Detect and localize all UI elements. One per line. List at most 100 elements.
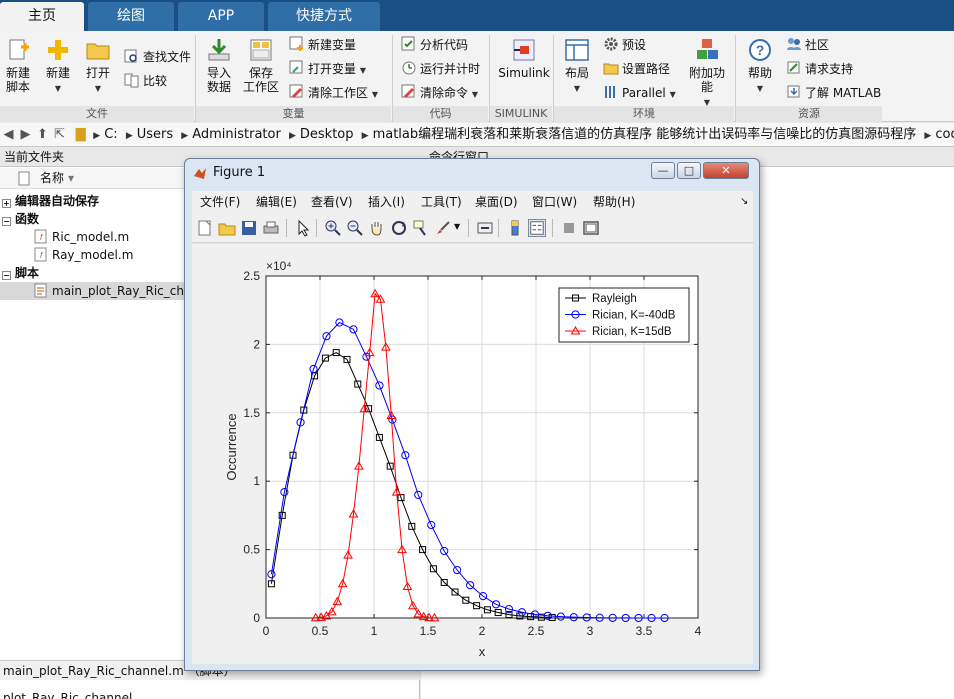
menu-view[interactable]: 查看(V) bbox=[311, 191, 353, 213]
y-tick-label: 1 bbox=[253, 474, 260, 488]
zoom-in-icon[interactable] bbox=[324, 219, 342, 237]
set-path-button[interactable]: 设置路径 bbox=[603, 59, 670, 79]
preferences-label: 预设 bbox=[622, 38, 647, 52]
link-plot-icon[interactable] bbox=[476, 219, 494, 237]
tab-home[interactable]: 主页 bbox=[0, 2, 84, 31]
close-button[interactable]: ✕ bbox=[703, 162, 749, 179]
expand-icon[interactable]: + bbox=[2, 199, 11, 208]
help-button[interactable]: ? 帮助 ▼ bbox=[745, 37, 775, 96]
new-figure-icon[interactable] bbox=[196, 219, 214, 237]
request-support-button[interactable]: 请求支持 bbox=[786, 59, 853, 79]
clear-workspace-button[interactable]: 清除工作区 ▼ bbox=[289, 83, 378, 103]
figure-title-bar[interactable]: Figure 1 — □ ✕ bbox=[185, 159, 759, 187]
new-button[interactable]: 新建 ▼ bbox=[43, 37, 73, 96]
new-variable-icon bbox=[289, 36, 303, 51]
show-plot-tools-icon[interactable] bbox=[582, 219, 600, 237]
breadcrumb-project[interactable]: matlab编程瑞利衰落和莱斯衰落信道的仿真程序 能够统计出误码率与信噪比的仿真… bbox=[369, 127, 921, 142]
rotate-3d-icon[interactable] bbox=[390, 219, 408, 237]
chevron-down-icon[interactable]: ▼ bbox=[454, 222, 460, 231]
menu-help[interactable]: 帮助(H) bbox=[593, 191, 635, 213]
breadcrumb-users[interactable]: Users bbox=[133, 127, 177, 142]
clear-commands-button[interactable]: 清除命令 ▼ bbox=[401, 83, 478, 103]
line-chart[interactable]: 0 0.5 1 1.5 2 2.5 3 3.5 4 0 0.5 1 1.5 2 2.5 ×10⁴ x Occurr… bbox=[192, 244, 753, 664]
menu-edit[interactable]: 编辑(E) bbox=[256, 191, 297, 213]
find-files-button[interactable]: 查找文件 bbox=[124, 47, 191, 67]
tree-item-label: 脚本 bbox=[15, 266, 40, 280]
preferences-button[interactable]: 预设 bbox=[603, 35, 646, 55]
group-label-file: 文件 bbox=[0, 106, 194, 122]
open-variable-button[interactable]: 打开变量 ▼ bbox=[289, 59, 366, 79]
maximize-button[interactable]: □ bbox=[677, 162, 701, 179]
legend-label-0: Rayleigh bbox=[592, 293, 637, 305]
breadcrumb-administrator[interactable]: Administrator bbox=[188, 127, 285, 142]
request-support-label: 请求支持 bbox=[805, 62, 854, 76]
menu-tools[interactable]: 工具(T) bbox=[421, 191, 462, 213]
tab-shortcuts[interactable]: 快捷方式 bbox=[268, 2, 380, 31]
menu-file[interactable]: 文件(F) bbox=[200, 191, 240, 213]
colorbar-icon[interactable] bbox=[506, 219, 524, 237]
forward-arrow-icon[interactable]: ▶ bbox=[17, 123, 34, 146]
back-arrow-icon[interactable]: ◀ bbox=[0, 123, 17, 146]
tree-item-label: 编辑器自动保存 bbox=[15, 194, 100, 208]
open-button[interactable]: 打开 ▼ bbox=[83, 37, 113, 96]
new-variable-button[interactable]: 新建变量 bbox=[289, 35, 356, 55]
figure-window[interactable]: Figure 1 — □ ✕ 文件(F) 编辑(E) 查看(V) 插入(I) 工… bbox=[184, 158, 760, 671]
up-folder-icon[interactable]: ⬆ bbox=[34, 123, 51, 146]
breadcrumb-desktop[interactable]: Desktop bbox=[296, 127, 358, 142]
y-axis-label: Occurrence bbox=[224, 413, 239, 480]
matlab-function-icon: f bbox=[34, 247, 47, 262]
menu-desktop[interactable]: 桌面(D) bbox=[475, 191, 518, 213]
community-button[interactable]: 社区 bbox=[786, 35, 829, 55]
browse-folder-icon[interactable]: ⇱ bbox=[51, 123, 68, 146]
tree-item-label: Ric_model.m bbox=[52, 230, 130, 244]
selected-file-preview: plot_Ray_Ric_channel bbox=[3, 691, 133, 699]
collapse-icon[interactable]: − bbox=[2, 271, 11, 280]
print-icon[interactable] bbox=[262, 219, 280, 237]
dock-arrow-icon[interactable]: ↘ bbox=[740, 191, 748, 213]
collapse-icon[interactable]: − bbox=[2, 217, 11, 226]
layout-label: 布局 bbox=[564, 66, 589, 80]
layout-button[interactable]: 布局 ▼ bbox=[562, 37, 592, 96]
data-cursor-icon[interactable] bbox=[412, 219, 430, 237]
save-workspace-button[interactable]: 保存 工作区 bbox=[242, 37, 280, 94]
open-variable-label: 打开变量 bbox=[308, 62, 357, 76]
hide-plot-tools-icon[interactable] bbox=[560, 219, 578, 237]
simulink-button[interactable]: Simulink bbox=[498, 37, 550, 80]
import-data-button[interactable]: 导入 数据 bbox=[203, 37, 235, 94]
add-ons-label: 附加功能 bbox=[688, 66, 725, 94]
pan-hand-icon[interactable] bbox=[368, 219, 386, 237]
tab-apps[interactable]: APP bbox=[178, 2, 264, 31]
pointer-icon[interactable] bbox=[294, 219, 312, 237]
toolbar-separator bbox=[316, 219, 317, 237]
find-files-label: 查找文件 bbox=[143, 50, 192, 64]
minimize-button[interactable]: — bbox=[651, 162, 675, 179]
open-file-icon[interactable] bbox=[218, 219, 236, 237]
menu-window[interactable]: 窗口(W) bbox=[532, 191, 577, 213]
plus-icon bbox=[48, 40, 68, 60]
tab-plots[interactable]: 绘图 bbox=[88, 2, 174, 31]
breadcrumb-drive[interactable]: C: bbox=[100, 127, 121, 142]
zoom-out-icon[interactable] bbox=[346, 219, 364, 237]
figure-menu-bar: 文件(F) 编辑(E) 查看(V) 插入(I) 工具(T) 桌面(D) 窗口(W… bbox=[192, 191, 753, 213]
menu-insert[interactable]: 插入(I) bbox=[368, 191, 405, 213]
breadcrumb-code[interactable]: code bbox=[931, 127, 954, 142]
crumb-separator: ▶ bbox=[361, 131, 369, 141]
brush-icon[interactable] bbox=[434, 219, 452, 237]
parallel-button[interactable]: Parallel ▼ bbox=[603, 83, 676, 103]
learn-matlab-label: 了解 MATLAB bbox=[805, 86, 882, 100]
run-and-time-button[interactable]: 运行并计时 bbox=[401, 59, 480, 79]
address-bar: ◀ ▶ ⬆ ⇱ ▇ ▶ C: ▶ Users ▶ Administrator ▶ Deskto… bbox=[0, 123, 954, 147]
save-workspace-label-1: 保存 bbox=[248, 66, 273, 80]
help-label: 帮助 bbox=[747, 66, 772, 80]
add-ons-button[interactable]: 附加功能 ▼ bbox=[684, 37, 730, 110]
compare-button[interactable]: 比较 bbox=[124, 71, 167, 91]
new-script-button[interactable]: 新建 脚本 bbox=[3, 37, 33, 94]
analyze-code-button[interactable]: 分析代码 bbox=[401, 35, 468, 55]
import-label-1: 导入 bbox=[206, 66, 231, 80]
add-ons-icon bbox=[697, 39, 718, 59]
legend-icon[interactable] bbox=[528, 219, 546, 237]
learn-matlab-button[interactable]: 了解 MATLAB bbox=[786, 83, 881, 103]
save-icon[interactable] bbox=[240, 219, 258, 237]
x-tick-label: 2 bbox=[479, 624, 486, 638]
x-axis-label: x bbox=[479, 644, 486, 659]
